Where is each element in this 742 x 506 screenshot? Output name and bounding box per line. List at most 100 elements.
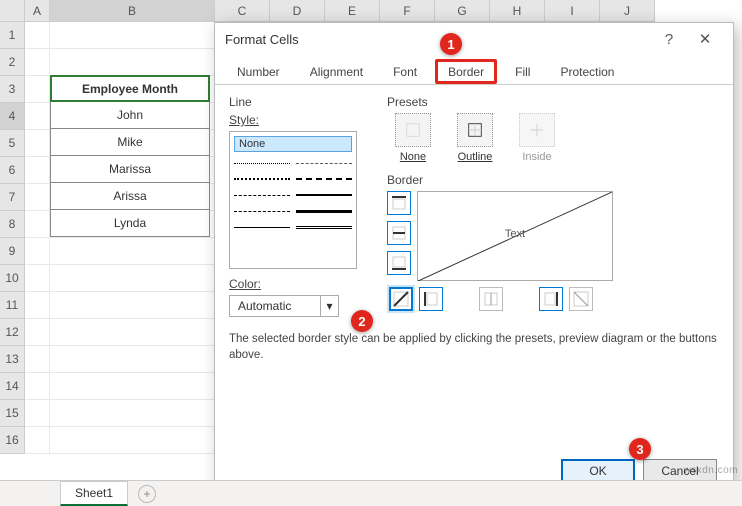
border-preview[interactable]: Text <box>417 191 613 281</box>
border-center-button[interactable] <box>479 287 503 311</box>
help-button[interactable]: ? <box>651 25 687 53</box>
row-header[interactable]: 15 <box>0 400 25 427</box>
tab-alignment[interactable]: Alignment <box>298 59 375 84</box>
row-header[interactable]: 16 <box>0 427 25 454</box>
color-value: Automatic <box>230 299 320 313</box>
color-label: Color: <box>229 277 369 291</box>
new-sheet-button[interactable]: + <box>138 485 156 503</box>
format-cells-dialog: Format Cells ? ✕ NumberAlignmentFontBord… <box>214 22 734 498</box>
cell[interactable] <box>25 346 50 373</box>
border-diagonal-up-button[interactable] <box>389 287 413 311</box>
row-header[interactable]: 4 <box>0 103 25 130</box>
tab-font[interactable]: Font <box>381 59 429 84</box>
cell[interactable] <box>25 373 50 400</box>
cell[interactable] <box>50 265 215 292</box>
row-header[interactable]: 13 <box>0 346 25 373</box>
color-dropdown[interactable]: Automatic ▾ <box>229 295 339 317</box>
cell[interactable] <box>25 184 50 211</box>
preset-inside <box>519 113 555 147</box>
border-middle-button[interactable] <box>387 221 411 245</box>
sheet-tab[interactable]: Sheet1 <box>60 481 128 506</box>
cell[interactable] <box>25 292 50 319</box>
cell[interactable] <box>50 346 215 373</box>
dialog-title: Format Cells <box>225 32 651 47</box>
border-left-button[interactable] <box>419 287 443 311</box>
close-button[interactable]: ✕ <box>687 25 723 53</box>
cell[interactable] <box>25 22 50 49</box>
tab-border[interactable]: Border <box>435 59 497 84</box>
preset-inside-label: Inside <box>522 151 551 163</box>
cell[interactable] <box>50 238 215 265</box>
column-header[interactable]: A <box>25 0 50 22</box>
table-header-cell[interactable]: Employee Month <box>50 75 210 102</box>
cell[interactable] <box>25 103 50 130</box>
border-right-button[interactable] <box>539 287 563 311</box>
cell[interactable] <box>50 373 215 400</box>
callout-badge-2: 2 <box>351 310 373 332</box>
cell[interactable] <box>25 319 50 346</box>
row-header[interactable]: 9 <box>0 238 25 265</box>
column-header[interactable]: B <box>50 0 215 22</box>
column-header[interactable]: J <box>600 0 655 22</box>
line-style-list[interactable]: None <box>229 131 357 269</box>
line-style-none[interactable]: None <box>234 136 352 152</box>
row-header[interactable]: 10 <box>0 265 25 292</box>
callout-badge-1: 1 <box>440 33 462 55</box>
border-bottom-button[interactable] <box>387 251 411 275</box>
cell[interactable] <box>25 400 50 427</box>
table-row[interactable]: John <box>50 102 210 129</box>
row-header[interactable]: 3 <box>0 76 25 103</box>
cell[interactable] <box>25 130 50 157</box>
preset-none[interactable] <box>395 113 431 147</box>
border-top-button[interactable] <box>387 191 411 215</box>
table-row[interactable]: Marissa <box>50 156 210 183</box>
callout-badge-3: 3 <box>629 438 651 460</box>
column-header[interactable]: E <box>325 0 380 22</box>
column-header[interactable]: G <box>435 0 490 22</box>
preview-text: Text <box>505 228 525 240</box>
table-row[interactable]: Mike <box>50 129 210 156</box>
row-header[interactable]: 14 <box>0 373 25 400</box>
column-header[interactable]: F <box>380 0 435 22</box>
tab-fill[interactable]: Fill <box>503 59 542 84</box>
row-header[interactable]: 1 <box>0 22 25 49</box>
row-header[interactable]: 12 <box>0 319 25 346</box>
row-header[interactable]: 2 <box>0 49 25 76</box>
cell[interactable] <box>50 400 215 427</box>
cell[interactable] <box>50 292 215 319</box>
row-header[interactable]: 5 <box>0 130 25 157</box>
dialog-tabs: NumberAlignmentFontBorderFillProtection <box>215 55 733 85</box>
preset-outline[interactable] <box>457 113 493 147</box>
row-header[interactable]: 11 <box>0 292 25 319</box>
preset-outline-label: Outline <box>458 151 493 163</box>
cell[interactable] <box>50 427 215 454</box>
cell[interactable] <box>25 157 50 184</box>
cell[interactable] <box>25 238 50 265</box>
border-section-label: Border <box>387 173 719 187</box>
cell[interactable] <box>25 49 50 76</box>
table-row[interactable]: Arissa <box>50 183 210 210</box>
preset-none-label: None <box>400 151 426 163</box>
style-label: Style: <box>229 113 369 127</box>
border-diagonal-down-button[interactable] <box>569 287 593 311</box>
cell[interactable] <box>25 76 50 103</box>
column-header[interactable]: H <box>490 0 545 22</box>
cell[interactable] <box>25 211 50 238</box>
line-section-label: Line <box>229 95 369 109</box>
tab-protection[interactable]: Protection <box>548 59 626 84</box>
tab-number[interactable]: Number <box>225 59 292 84</box>
cell[interactable] <box>50 22 215 49</box>
row-header[interactable]: 7 <box>0 184 25 211</box>
row-header[interactable]: 6 <box>0 157 25 184</box>
cell[interactable] <box>25 427 50 454</box>
data-table: Employee Month JohnMikeMarissaArissaLynd… <box>50 48 210 237</box>
column-header[interactable]: D <box>270 0 325 22</box>
column-header[interactable]: I <box>545 0 600 22</box>
table-row[interactable]: Lynda <box>50 210 210 237</box>
cell[interactable] <box>50 319 215 346</box>
cell[interactable] <box>25 265 50 292</box>
select-all-corner[interactable] <box>0 0 25 22</box>
column-header[interactable]: C <box>215 0 270 22</box>
row-header[interactable]: 8 <box>0 211 25 238</box>
sheet-tab-bar: Sheet1 + <box>0 480 742 506</box>
